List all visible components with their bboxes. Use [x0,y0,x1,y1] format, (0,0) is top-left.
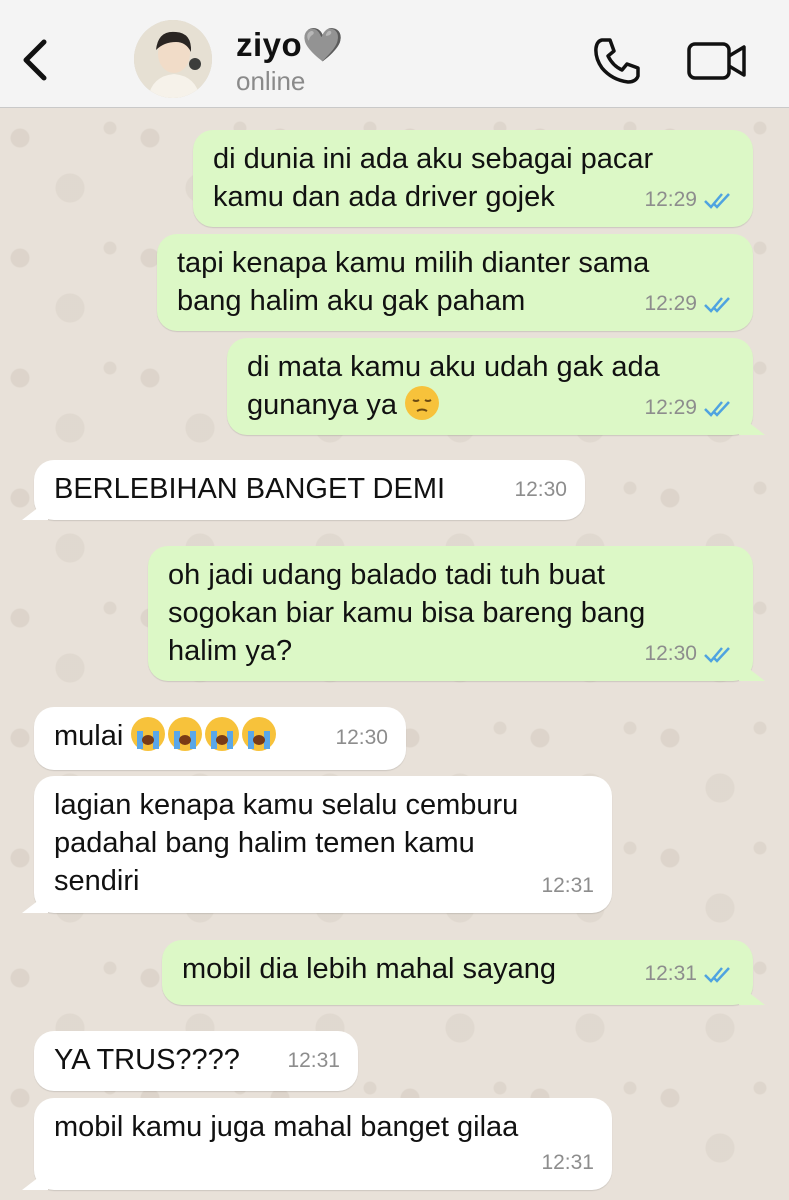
outgoing-message[interactable]: di dunia ini ada aku sebagai pacar kamu … [193,130,753,227]
message-meta: 12:31 [287,1042,340,1080]
message-meta: 12:31 [541,867,594,905]
contact-status: online [236,66,306,96]
back-chevron-icon[interactable] [18,38,52,82]
incoming-message[interactable]: lagian kenapa kamu selalu cemburu padaha… [34,776,612,913]
message-time: 12:30 [335,726,388,749]
outgoing-message[interactable]: tapi kenapa kamu milih dianter sama bang… [157,234,753,331]
message-line: padahal bang halim temen kamu [54,827,475,859]
message-line: mobil kamu juga mahal banget gilaa [54,1111,519,1143]
read-ticks-icon [704,401,730,417]
message-line: sendiri [54,865,140,897]
message-meta: 12:31 [541,1144,594,1182]
avatar[interactable] [134,20,212,98]
contact-name[interactable]: ziyo🩶 [236,26,344,65]
message-line: mulai [54,720,124,752]
message-meta: 12:31 [644,955,735,993]
incoming-message[interactable]: YA TRUS???? 12:31 [34,1031,358,1091]
loudly-crying-face-emoji [168,717,203,751]
message-time: 12:29 [644,396,697,419]
outgoing-message[interactable]: oh jadi udang balado tadi tuh buat sogok… [148,546,753,681]
message-line: tapi kenapa kamu milih dianter sama [177,247,650,279]
loudly-crying-face-emoji [205,717,240,751]
message-time: 12:29 [644,188,697,211]
video-call-icon[interactable] [686,40,748,82]
pensive-face-emoji [405,386,440,420]
message-line: BERLEBIHAN BANGET DEMI [54,473,446,505]
outgoing-message[interactable]: di mata kamu aku udah gak ada gunanya ya… [227,338,753,435]
incoming-message[interactable]: BERLEBIHAN BANGET DEMI 12:30 [34,460,585,520]
message-meta: 12:29 [644,285,735,323]
read-ticks-icon [704,647,730,663]
message-line: gunanya ya [247,389,397,421]
message-line: lagian kenapa kamu selalu cemburu [54,789,519,821]
read-ticks-icon [704,297,730,313]
message-time: 12:30 [514,478,567,501]
incoming-message[interactable]: mulai 12:30 [34,707,406,770]
message-line: di mata kamu aku udah gak ada [247,351,660,383]
message-meta: 12:29 [644,389,735,427]
message-line: sogokan biar kamu bisa bareng bang [168,597,646,629]
message-line: oh jadi udang balado tadi tuh buat [168,559,605,591]
message-time: 12:31 [287,1049,340,1072]
read-ticks-icon [704,967,730,983]
phone-icon[interactable] [592,36,642,86]
message-meta: 12:30 [514,471,567,509]
message-time: 12:31 [541,1151,594,1174]
message-meta: 12:29 [644,181,735,219]
loudly-crying-face-emoji [131,717,166,751]
message-time: 12:29 [644,292,697,315]
outgoing-message[interactable]: mobil dia lebih mahal sayang 12:31 [162,940,753,1005]
loudly-crying-face-emoji [242,717,277,751]
message-time: 12:31 [541,874,594,897]
read-ticks-icon [704,193,730,209]
message-time: 12:30 [644,642,697,665]
incoming-message[interactable]: mobil kamu juga mahal banget gilaa 12:31 [34,1098,612,1190]
message-time: 12:31 [644,962,697,985]
message-meta: 12:30 [644,635,735,673]
chat-header: ziyo🩶 online [0,0,789,108]
message-line: di dunia ini ada aku sebagai pacar [213,143,654,175]
message-meta: 12:30 [335,719,388,757]
